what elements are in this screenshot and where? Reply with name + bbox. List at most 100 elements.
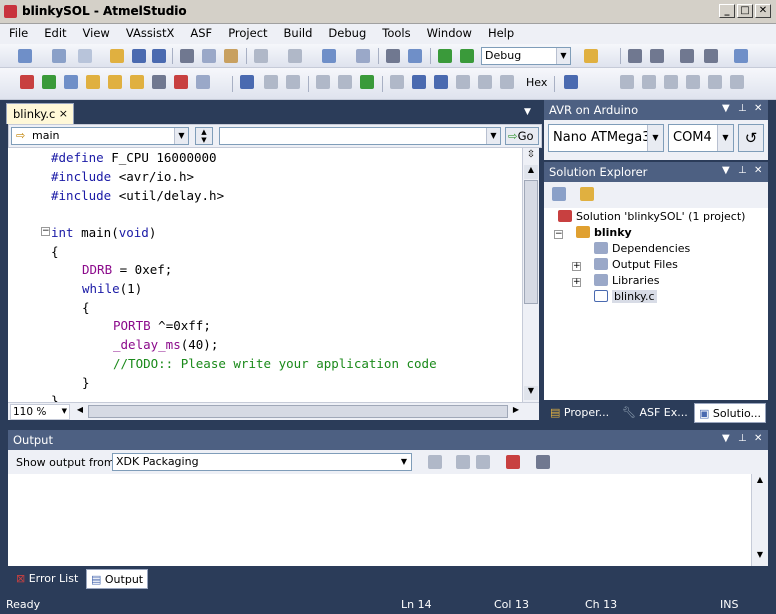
pin-icon[interactable]: ⊥	[738, 103, 747, 114]
cut-icon[interactable]	[180, 49, 194, 63]
go-button[interactable]: ⇨Go	[505, 127, 539, 145]
scroll-left-icon[interactable]: ◀	[74, 405, 86, 419]
previous-message-icon[interactable]	[456, 455, 470, 469]
gallery-icon[interactable]	[86, 75, 100, 89]
output-vertical-scrollbar[interactable]: ▲ ▼	[751, 474, 768, 566]
scope-select[interactable]: ⇨ main ▼	[11, 127, 189, 145]
tab-blinky-c[interactable]: blinky.c ×	[6, 103, 74, 124]
menu-project[interactable]: Project	[219, 24, 274, 40]
menu-asf[interactable]: ASF	[181, 24, 219, 40]
nav-forward-icon[interactable]	[356, 49, 370, 63]
window-icon[interactable]	[734, 49, 748, 63]
menu-file[interactable]: File	[0, 24, 35, 40]
word-wrap-icon[interactable]	[536, 455, 550, 469]
scroll-up-icon[interactable]: ▲	[524, 165, 538, 179]
checklist-icon[interactable]	[42, 75, 56, 89]
pin-icon[interactable]: ⊥	[738, 165, 747, 176]
clear-all-icon[interactable]	[506, 455, 520, 469]
close-tab-icon[interactable]: ×	[59, 107, 68, 120]
brackets-icon[interactable]	[152, 75, 166, 89]
configuration-select[interactable]: Debug ▼	[481, 47, 571, 65]
window-list-icon[interactable]	[196, 75, 210, 89]
find-message-icon[interactable]	[428, 455, 442, 469]
code-editor[interactable]: #define F_CPU 16000000 #include <avr/io.…	[8, 148, 522, 402]
menu-window[interactable]: Window	[418, 24, 479, 40]
refresh-button[interactable]: ↺	[738, 124, 764, 152]
expand-icon[interactable]: +	[572, 262, 581, 271]
open-icon[interactable]	[110, 49, 124, 63]
output-source-select[interactable]: XDK Packaging ▼	[112, 453, 412, 471]
paste-icon[interactable]	[224, 49, 238, 63]
zoom-select[interactable]: 110 % ▼	[10, 404, 70, 420]
tab-error-list[interactable]: ⊠ Error List	[12, 569, 84, 589]
scroll-thumb[interactable]	[524, 180, 538, 304]
minimize-button[interactable]: _	[719, 4, 735, 18]
tree-item-blinky-c[interactable]: blinky.c	[594, 290, 657, 303]
start-debugging-icon[interactable]	[438, 49, 452, 63]
device-programming-icon[interactable]	[584, 49, 598, 63]
board-select[interactable]: Nano ATMega3 ▼	[548, 124, 664, 152]
next-message-icon[interactable]	[476, 455, 490, 469]
show-all-files-icon[interactable]	[580, 187, 594, 201]
show-next-icon[interactable]	[390, 75, 404, 89]
member-select[interactable]: ▼	[219, 127, 501, 145]
menu-help[interactable]: Help	[479, 24, 521, 40]
outdent-icon[interactable]	[650, 49, 664, 63]
expand-icon[interactable]: +	[572, 278, 581, 287]
step-icon[interactable]	[316, 75, 330, 89]
tree-item-output-files[interactable]: Output Files	[594, 258, 678, 271]
tab-properties[interactable]: ▤ Proper...	[546, 403, 614, 423]
watch-icon[interactable]	[686, 75, 700, 89]
close-panel-icon[interactable]: ✕	[754, 165, 762, 176]
tab-asf-explorer[interactable]: 🔧︎ ASF Ex...	[618, 403, 690, 423]
step-out-icon[interactable]	[456, 75, 470, 89]
disassembly-icon[interactable]	[708, 75, 722, 89]
menu-view[interactable]: View	[74, 24, 117, 40]
reset-icon[interactable]	[500, 75, 514, 89]
pin-icon[interactable]: ⊥	[738, 433, 747, 444]
tabs-dropdown-icon[interactable]: ▼	[524, 107, 531, 117]
close-button[interactable]: ✕	[755, 4, 771, 18]
maximize-button[interactable]: □	[737, 4, 753, 18]
pause-debug-icon[interactable]	[338, 75, 352, 89]
add-existing-icon[interactable]	[78, 49, 92, 63]
menu-build[interactable]: Build	[275, 24, 320, 40]
tab-output[interactable]: ▤ Output	[86, 569, 148, 589]
undo-icon[interactable]	[254, 49, 268, 63]
split-icon[interactable]: ⇳	[524, 149, 538, 163]
editor-vertical-scrollbar[interactable]: ⇳ ▲ ▼	[522, 148, 539, 402]
io-view-icon[interactable]	[620, 75, 634, 89]
continue-icon[interactable]	[360, 75, 374, 89]
scroll-right-icon[interactable]: ▶	[510, 405, 522, 419]
scroll-up-icon[interactable]: ▲	[753, 475, 767, 489]
menu-edit[interactable]: Edit	[35, 24, 73, 40]
properties-icon[interactable]	[552, 187, 566, 201]
scope-spinner[interactable]: ▲ ▼	[195, 127, 213, 145]
stop-icon[interactable]	[286, 75, 300, 89]
collapse-icon[interactable]: −	[554, 230, 563, 239]
copy-icon[interactable]	[202, 49, 216, 63]
processor-view-icon[interactable]	[564, 75, 578, 89]
tree-item-dependencies[interactable]: Dependencies	[594, 242, 690, 255]
extension-icon[interactable]	[130, 75, 144, 89]
save-icon[interactable]	[132, 49, 146, 63]
comment-icon[interactable]	[680, 49, 694, 63]
add-item-icon[interactable]	[52, 49, 66, 63]
wizard-icon[interactable]	[108, 75, 122, 89]
find-icon[interactable]	[408, 49, 422, 63]
step-into-icon[interactable]	[412, 75, 426, 89]
hex-toggle[interactable]: Hex	[526, 76, 547, 89]
menu-tools[interactable]: Tools	[373, 24, 417, 40]
tab-solution-explorer[interactable]: ▣ Solutio...	[694, 403, 766, 423]
device-icon[interactable]	[64, 75, 78, 89]
step-over-icon[interactable]	[434, 75, 448, 89]
scroll-down-icon[interactable]: ▼	[524, 386, 538, 400]
indent-icon[interactable]	[628, 49, 642, 63]
panel-dropdown-icon[interactable]: ▼	[722, 103, 730, 114]
output-text-area[interactable]	[8, 474, 768, 566]
horizontal-scroll-thumb[interactable]	[88, 405, 508, 418]
port-select[interactable]: COM4 ▼	[668, 124, 734, 152]
scroll-down-icon[interactable]: ▼	[753, 550, 767, 564]
panel-dropdown-icon[interactable]: ▼	[722, 433, 730, 444]
new-project-icon[interactable]	[18, 49, 32, 63]
